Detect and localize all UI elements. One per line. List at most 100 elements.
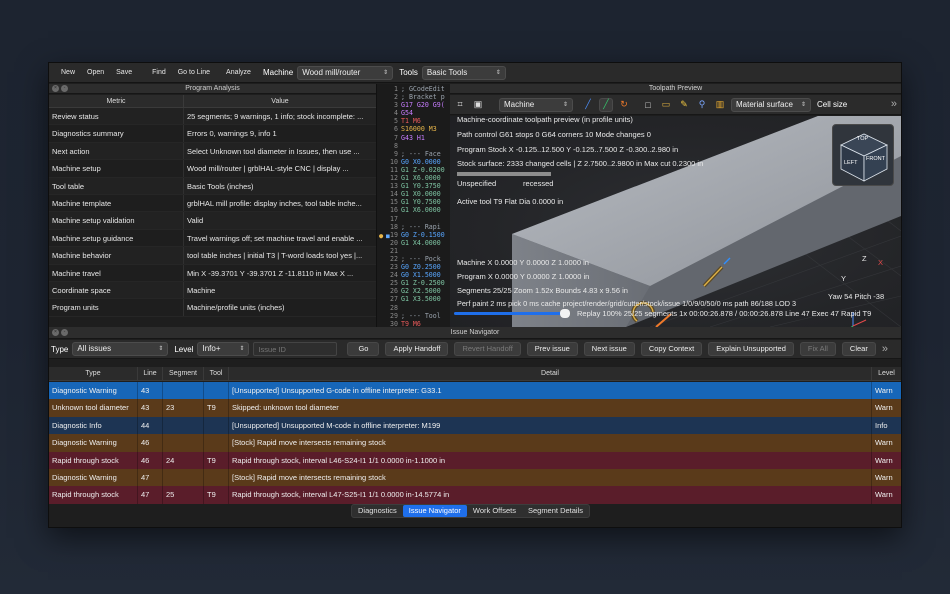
column-header-type[interactable]: Type [49,367,138,380]
tab-diagnostics[interactable]: Diagnostics [352,505,403,517]
code-line[interactable]: 16 G1 X6.0000 [377,206,450,214]
replay-slider-handle[interactable] [560,309,570,318]
code-line[interactable]: 10 G0 X0.0000 [377,158,450,166]
next-issue-button[interactable]: Next issue [583,342,635,356]
code-line[interactable]: 3 G17 G20 G9( [377,101,450,109]
code-line[interactable]: 26 G2 X2.5000 [377,287,450,295]
column-header-segment[interactable]: Segment [163,367,204,380]
material-select[interactable]: Material surface ⇕ [731,97,811,112]
tab-work-offsets[interactable]: Work Offsets [467,505,522,517]
3d-viewport[interactable]: Machine-coordinate toolpath preview (in … [450,115,901,327]
fix-all-button[interactable]: Fix All [799,342,836,356]
code-line[interactable]: 4 G54 [377,109,450,117]
code-line[interactable]: 18; --- Rapi [377,223,450,231]
table-row[interactable]: Machine setup Wood mill/router | grblHAL-… [49,160,376,178]
issue-id-input[interactable] [253,342,338,356]
explain-unsupported-button[interactable]: Explain Unsupported [708,342,794,356]
close-icon[interactable]: × [52,329,59,336]
prev-issue-button[interactable]: Prev issue [526,342,578,356]
issue-marker-icon[interactable]: ● [379,232,383,240]
code-line[interactable]: 2; Bracket p [377,93,450,101]
go-to-line-button[interactable]: Go to Line [172,66,216,80]
column-header-level[interactable]: Level [872,367,901,380]
table-row[interactable]: Machine setup guidance Travel warnings of… [49,229,376,248]
overflow-chevron-icon[interactable]: » [882,343,888,355]
clear-button[interactable]: Clear [841,342,876,356]
code-line[interactable]: 23 G0 Z0.2500 [377,263,450,271]
table-row[interactable]: Coordinate space Machine [49,281,376,300]
cut-path-icon[interactable]: ╱ [599,97,613,112]
column-header-metric[interactable]: Metric [49,95,184,107]
bars-icon[interactable]: ▥ [713,98,727,112]
close-icon[interactable]: × [52,85,59,92]
table-row[interactable]: Machine template grblHAL mill profile: di… [49,194,376,213]
table-row[interactable]: Tool table Basic Tools (inches) [49,177,376,195]
find-button[interactable]: Find [146,66,172,80]
code-line[interactable]: 11 G1 Z-0.0200 [377,166,450,174]
code-line[interactable]: 30 T9 M6 [377,320,450,327]
table-row[interactable]: Program units Machine/profile units (inch… [49,299,376,317]
code-line[interactable]: 21 [377,247,450,255]
machine-select[interactable]: Wood mill/router ⇕ [297,65,394,80]
table-row[interactable]: Review status 25 segments; 9 warnings, 1 … [49,108,376,126]
column-header-tool[interactable]: Tool [204,367,229,380]
level-select[interactable]: Info+ ⇕ [197,342,250,356]
type-select[interactable]: All issues ⇕ [72,342,169,356]
code-line[interactable]: 22; --- Pock [377,255,450,263]
issue-row[interactable]: Rapid through stock 47 25 T9 Rapid through s… [49,486,901,504]
go-button[interactable]: Go [347,342,380,356]
issue-row[interactable]: Rapid through stock 46 24 T9 Rapid through s… [49,451,901,469]
float-icon[interactable]: ◦ [61,85,68,92]
tab-issue-navigator[interactable]: Issue Navigator [402,505,467,517]
pencil-icon[interactable]: ✎ [677,98,691,112]
new-button[interactable]: New [55,66,81,80]
apply-handoff-button[interactable]: Apply Handoff [385,342,449,356]
issue-row[interactable]: Diagnostic Warning 43 [Unsupported] Unsupp… [49,382,901,400]
table-row[interactable]: Machine behavior tool table inches | init… [49,247,376,265]
screen-icon[interactable]: ▣ [471,98,485,112]
code-line[interactable]: 29; --- Tool [377,312,450,320]
code-line[interactable]: 24 G0 X1.5000 [377,271,450,279]
replay-slider[interactable] [454,309,570,318]
save-button[interactable]: Save [110,66,138,80]
tools-select[interactable]: Basic Tools ⇕ [421,65,506,80]
overflow-chevron-icon[interactable]: » [891,98,897,110]
copy-context-button[interactable]: Copy Context [640,342,703,356]
column-header-detail[interactable]: Detail [229,367,872,380]
bounds-box-icon[interactable]: □ [641,98,655,112]
code-line[interactable]: 14 G1 X0.0000 [377,190,450,198]
issue-row[interactable]: Diagnostic Info 44 [Unsupported] Unsupport… [49,416,901,435]
column-header-line[interactable]: Line [138,367,163,380]
gcode-editor[interactable]: 1; GCodeEdit 2; Bracket p 3 G17 G20 G9(4 G54… [376,84,450,327]
tab-segment-details[interactable]: Segment Details [522,505,589,517]
analyze-button[interactable]: Analyze [220,66,257,80]
crop-icon[interactable]: ⌗ [453,98,467,112]
open-button[interactable]: Open [81,66,110,80]
code-line[interactable]: 27 G1 X3.5000 [377,295,450,303]
column-header-value[interactable]: Value [184,95,376,107]
view-cube[interactable]: TOP LEFT FRONT [832,124,894,186]
info-marker-icon[interactable]: ■ [386,233,390,240]
table-row[interactable]: Next action Select Unknown tool diameter … [49,142,376,161]
code-line[interactable]: 15 G1 Y0.7500 [377,198,450,206]
cube-top-label[interactable]: TOP [857,136,868,142]
code-line[interactable]: 9; --- Face [377,150,450,158]
code-line[interactable]: 17 [377,215,450,223]
code-line[interactable]: 1; GCodeEdit [377,85,450,93]
table-row[interactable]: Machine setup validation Valid [49,212,376,230]
issue-row[interactable]: Diagnostic Warning 47 [Stock] Rapid move i… [49,468,901,487]
arc-icon[interactable]: ↻ [617,98,631,112]
revert-handoff-button[interactable]: Revert Handoff [454,342,521,356]
code-line[interactable]: 8 [377,142,450,150]
code-line[interactable]: 13 G1 Y0.3750 [377,182,450,190]
tool-icon[interactable]: ⚲ [695,98,709,112]
code-line[interactable]: 7 G43 H1 [377,134,450,142]
code-line[interactable]: 12 G1 X6.0000 [377,174,450,182]
cube-left-label[interactable]: LEFT [844,160,857,166]
float-icon[interactable]: ◦ [61,329,68,336]
code-line[interactable]: 28 [377,304,450,312]
issue-row[interactable]: Diagnostic Warning 46 [Stock] Rapid move i… [49,434,901,452]
code-line[interactable]: 5 T1 M6 [377,117,450,125]
table-row[interactable]: Machine travel Min X -39.3701 Y -39.3701 … [49,264,376,282]
issue-row[interactable]: Unknown tool diameter 43 23 T9 Skipped: unkn… [49,399,901,417]
